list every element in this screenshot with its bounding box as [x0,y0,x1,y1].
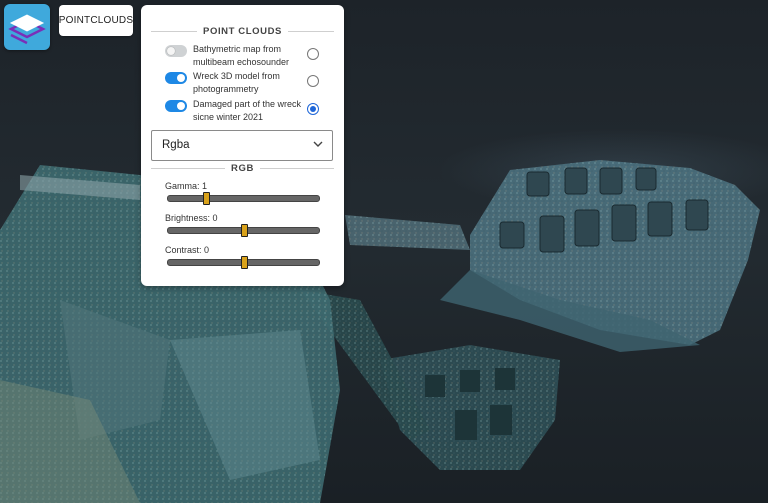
contrast-label: Contrast: 0 [165,245,210,255]
gamma-slider-thumb[interactable] [202,192,210,205]
gamma-slider[interactable] [167,192,320,205]
panel-title-text: POINT CLOUDS [203,25,282,37]
layers-icon [8,14,46,45]
brightness-label: Brightness: 0 [165,213,218,223]
layer-row-bathymetric: Bathymetric map from multibeam echosound… [141,43,344,69]
layer-row-wreck-model: Wreck 3D model from photogrammetry [141,70,344,96]
gamma-label: Gamma: 1 [165,181,208,191]
layer-radio-wreck-model[interactable] [307,75,319,87]
rgb-section-title: RGB [151,162,334,174]
layer-toggle-wreck-model[interactable] [165,72,187,84]
color-mode-value: Rgba [162,139,190,151]
app-logo[interactable] [4,4,50,50]
chevron-down-icon [313,141,323,147]
layer-toggle-bathymetric[interactable] [165,45,187,57]
contrast-slider[interactable] [167,256,320,269]
layer-toggle-damaged-part[interactable] [165,100,187,112]
contrast-slider-thumb[interactable] [240,256,248,269]
layer-radio-bathymetric[interactable] [307,48,319,60]
color-mode-select[interactable]: Rgba [151,130,333,161]
layer-row-damaged-part: Damaged part of the wreck sicne winter 2… [141,98,344,124]
brightness-slider-thumb[interactable] [240,224,248,237]
point-clouds-panel: POINT CLOUDS Bathymetric map from multib… [141,5,344,286]
layer-label: Damaged part of the wreck sicne winter 2… [193,99,302,122]
layer-label: Bathymetric map from multibeam echosound… [193,44,290,67]
point-cloud-viewport[interactable] [0,0,768,503]
panel-title: POINT CLOUDS [151,25,334,37]
wreck-point-cloud [0,160,760,503]
layer-radio-damaged-part[interactable] [307,103,319,115]
pointclouds-tab-button[interactable]: POINTCLOUDS [59,5,133,36]
layer-label: Wreck 3D model from photogrammetry [193,71,280,94]
rgb-section-title-text: RGB [231,162,254,174]
brightness-slider[interactable] [167,224,320,237]
